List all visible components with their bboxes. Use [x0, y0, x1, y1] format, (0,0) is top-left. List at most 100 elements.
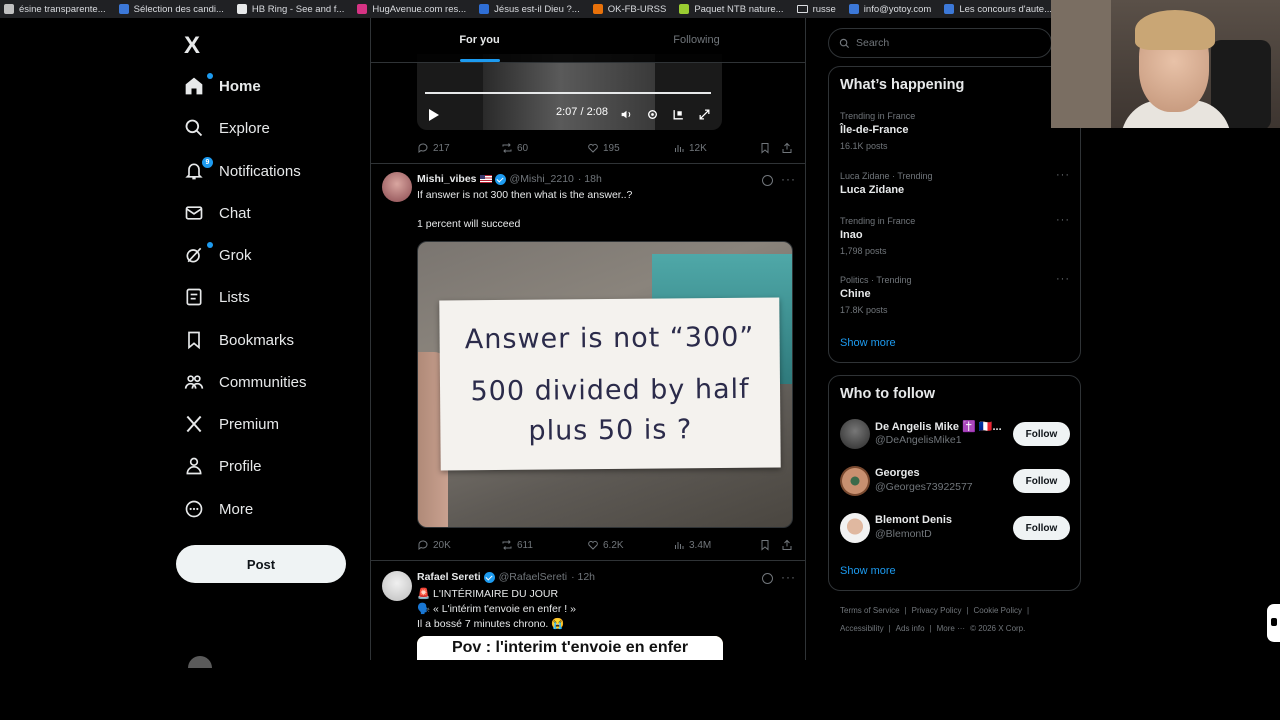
avatar[interactable] [382, 172, 412, 202]
bookmark-item[interactable]: russe [793, 4, 845, 15]
trend-item[interactable]: Luca Zidane · Trending Luca Zidane ··· [840, 169, 1070, 196]
author-handle[interactable]: @Mishi_2210 [510, 173, 574, 185]
trend-title: Luca Zidane [840, 184, 905, 196]
show-more-link[interactable]: Show more [840, 565, 896, 577]
follow-button[interactable]: Follow [1013, 516, 1070, 540]
bookmark-item[interactable]: Les concours d'aute... [940, 4, 1061, 15]
grok-icon[interactable] [762, 175, 773, 186]
bookmark-item[interactable]: ésine transparente... [0, 4, 115, 15]
follow-button[interactable]: Follow [1013, 469, 1070, 493]
nav-notifications[interactable]: 9 Notifications [184, 153, 301, 189]
volume-icon[interactable] [620, 108, 633, 121]
bookmark-icon[interactable] [759, 539, 771, 551]
nav-grok[interactable]: Grok [184, 237, 252, 273]
footer-link[interactable]: More ··· [937, 624, 965, 633]
more-icon[interactable]: ··· [1056, 273, 1070, 285]
nav-bookmarks[interactable]: Bookmarks [184, 322, 294, 358]
bookmark-item[interactable]: OK-FB-URSS [589, 4, 676, 15]
account-switcher[interactable] [188, 656, 348, 668]
video-time: 2:07 / 2:08 [556, 106, 608, 118]
nav-profile[interactable]: Profile [184, 448, 262, 484]
nav-premium[interactable]: Premium [184, 406, 279, 442]
show-more-link[interactable]: Show more [840, 337, 896, 349]
tweet-image[interactable]: Answer is not “300” 500 divided by half … [417, 241, 793, 528]
bookmark-item[interactable]: HB Ring - See and f... [233, 4, 353, 15]
follow-suggestion[interactable]: De Angelis Mike ✝️ 🇫🇷... @DeAngelisMike1… [840, 419, 1070, 449]
play-icon[interactable] [429, 109, 439, 121]
nav-more[interactable]: More [184, 491, 253, 527]
footer-link[interactable]: Privacy Policy [912, 606, 962, 615]
share-icon[interactable] [781, 539, 793, 551]
like-button[interactable]: 195 [587, 142, 620, 154]
search-input[interactable] [856, 37, 1026, 49]
heart-icon [588, 540, 598, 550]
nav-premium-label: Premium [219, 415, 280, 433]
bookmark-item[interactable]: Jésus est-il Dieu ?... [475, 4, 589, 15]
nav-profile-label: Profile [219, 457, 262, 475]
footer-link[interactable]: Accessibility [840, 624, 884, 633]
favicon-icon [679, 4, 690, 14]
share-icon[interactable] [781, 142, 793, 154]
whats-happening-panel: What’s happening Trending in France Île-… [828, 66, 1081, 363]
avatar[interactable] [382, 571, 412, 601]
nav-communities-label: Communities [219, 373, 307, 391]
more-icon[interactable]: ··· [781, 172, 796, 186]
nav-explore[interactable]: Explore [184, 110, 270, 146]
x-logo[interactable]: X [184, 32, 200, 60]
video-progress-bar[interactable] [425, 92, 712, 94]
views-button[interactable]: 12K [673, 142, 707, 154]
trend-item[interactable]: Trending in France Inao 1,798 posts ··· [840, 214, 1070, 256]
mail-icon [185, 206, 203, 220]
tab-following[interactable]: Following [588, 18, 805, 62]
settings-icon[interactable] [646, 108, 659, 121]
nav-chat[interactable]: Chat [184, 195, 251, 231]
more-icon[interactable]: ··· [1056, 169, 1070, 181]
reply-button[interactable]: 20K [417, 539, 451, 551]
trend-item[interactable]: Politics · Trending Chine 17.8K posts ··… [840, 273, 1070, 315]
bookmark-item[interactable]: info@yotoy.com [845, 4, 941, 15]
search-box[interactable] [828, 28, 1052, 58]
tweet-time[interactable]: · 18h [578, 173, 602, 185]
divider [371, 163, 805, 164]
side-panel-toggle[interactable] [1267, 604, 1280, 642]
follow-suggestion[interactable]: Blemont Denis @BlemontD Follow [840, 513, 1070, 543]
video-player[interactable]: 2:07 / 2:08 [417, 54, 722, 130]
repost-button[interactable]: 611 [501, 539, 533, 551]
tweet-time[interactable]: · 12h [571, 571, 595, 583]
follow-suggestion[interactable]: Georges @Georges73922577 Follow [840, 466, 1070, 496]
footer-link[interactable]: © 2026 X Corp. [970, 624, 1025, 633]
trend-context: Trending in France [840, 216, 916, 226]
footer-link[interactable]: Ads info [896, 624, 925, 633]
bookmark-item[interactable]: HugAvenue.com res... [353, 4, 475, 15]
home-icon [185, 77, 203, 95]
views-button[interactable]: 3.4M [673, 539, 711, 551]
repost-button[interactable]: 60 [501, 142, 528, 154]
bookmark-item[interactable]: Sélection des candi... [115, 4, 233, 15]
bookmark-item[interactable]: Paquet NTB nature... [675, 4, 792, 15]
trend-item[interactable]: Trending in France Île-de-France 16.1K p… [840, 111, 1070, 151]
nav-home[interactable]: Home [184, 68, 261, 104]
follow-button[interactable]: Follow [1013, 422, 1070, 446]
fullscreen-icon[interactable] [698, 108, 711, 121]
author-name[interactable]: Rafael Sereti [417, 571, 481, 583]
grok-icon[interactable] [762, 573, 773, 584]
more-icon[interactable]: ··· [1056, 214, 1070, 226]
tweet-video-thumbnail[interactable]: Pov : l'interim t'envoie en enfer [417, 636, 723, 660]
nav-communities[interactable]: Communities [184, 364, 307, 400]
author-handle[interactable]: @RafaelSereti [499, 571, 567, 583]
bookmark-icon[interactable] [759, 142, 771, 154]
author-name[interactable]: Mishi_vibes [417, 173, 477, 185]
more-icon[interactable]: ··· [781, 570, 796, 584]
tab-for-you[interactable]: For you [371, 18, 588, 62]
trend-count: 1,798 posts [840, 246, 887, 256]
like-button[interactable]: 6.2K [587, 539, 624, 551]
post-button[interactable]: Post [176, 545, 346, 583]
pip-icon[interactable] [672, 108, 685, 121]
nav-lists-label: Lists [219, 288, 250, 306]
footer-link[interactable]: Terms of Service [840, 606, 900, 615]
paper-card: Answer is not “300” 500 divided by half … [439, 297, 781, 471]
communities-icon [184, 375, 204, 389]
nav-lists[interactable]: Lists [184, 279, 250, 315]
reply-button[interactable]: 217 [417, 142, 450, 154]
footer-link[interactable]: Cookie Policy [974, 606, 1022, 615]
